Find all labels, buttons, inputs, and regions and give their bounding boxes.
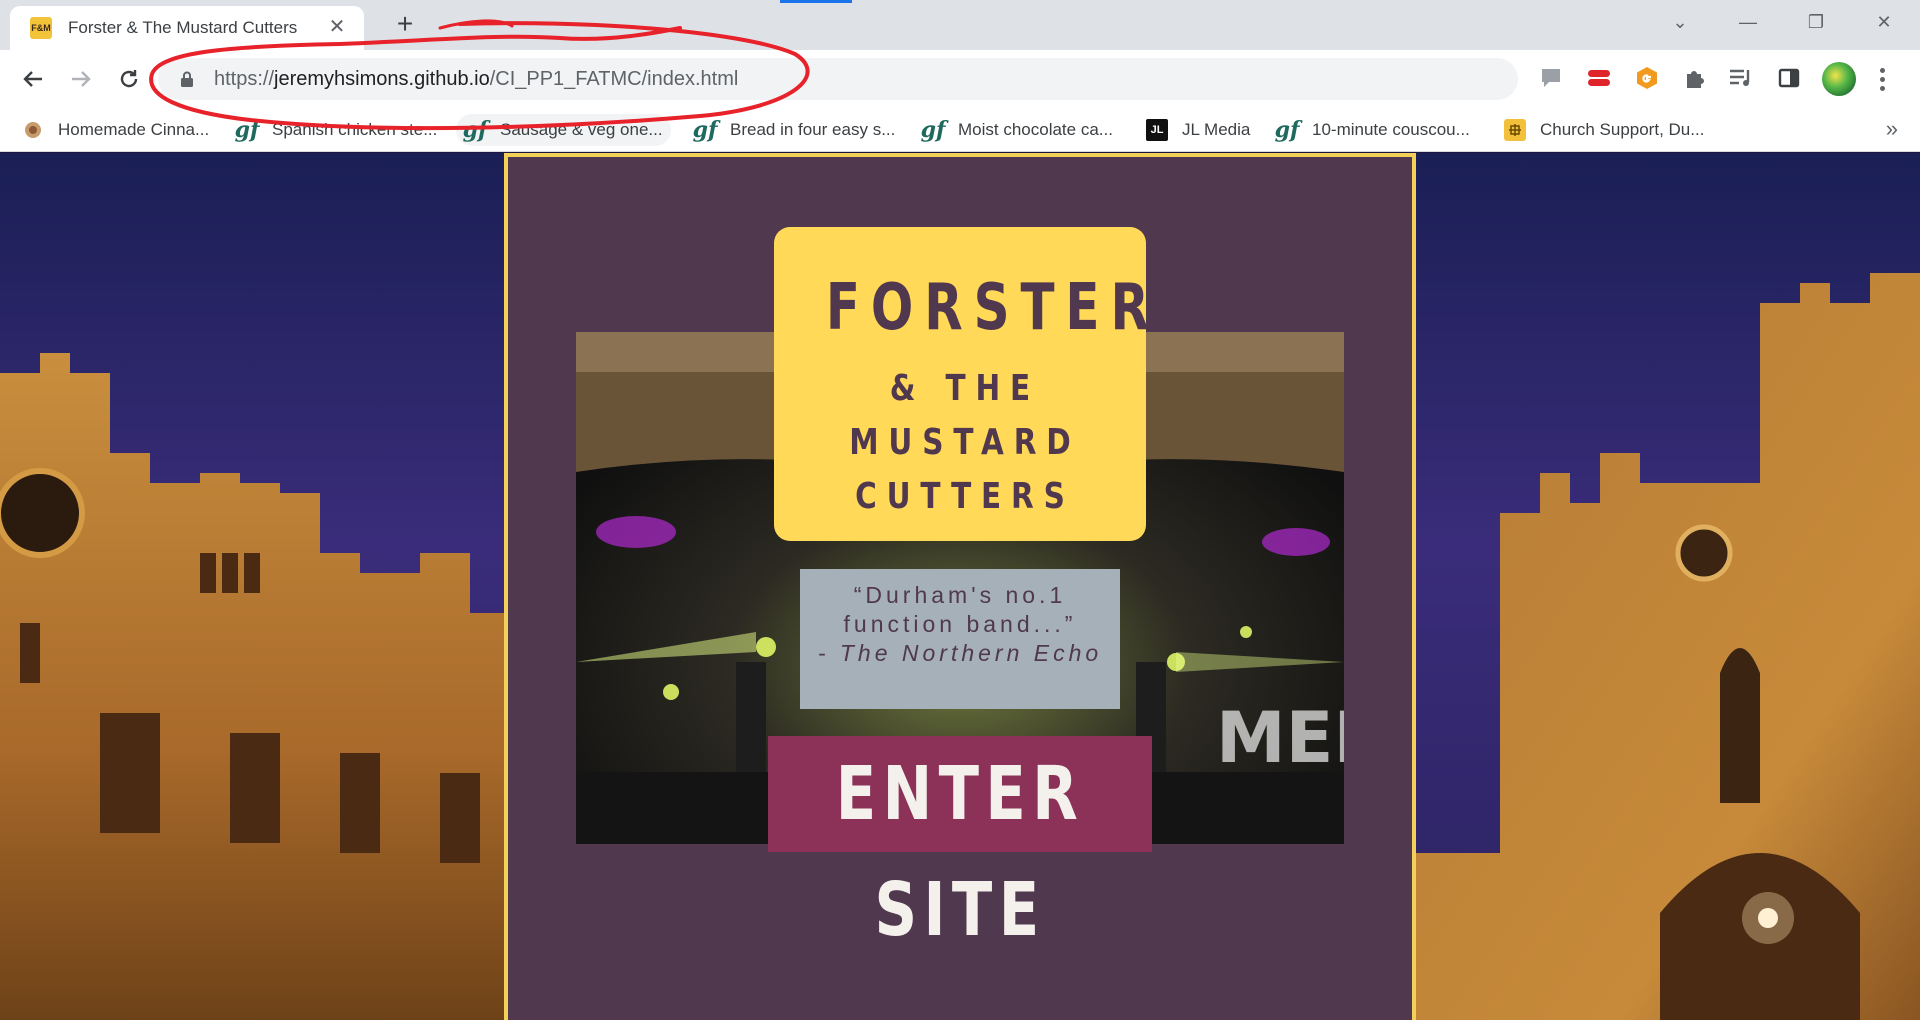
tab-close-icon[interactable]: ✕ [326,16,348,38]
side-panel-icon[interactable] [1774,63,1804,93]
tab-strip: F&M Forster & The Mustard Cutters ✕ + ⌄ … [0,0,1920,50]
bookmark-item[interactable]: Homemade Cinna... [14,114,217,146]
active-tab[interactable]: F&M Forster & The Mustard Cutters ✕ [10,6,364,50]
bookmark-label: Homemade Cinna... [58,120,210,139]
bookmarks-overflow-button[interactable]: » [1886,116,1898,142]
restore-button[interactable]: ❐ [1798,8,1834,36]
gf-icon: gf [234,117,260,143]
gf-icon: gf [692,117,718,143]
press-quote: “Durham's no.1 function band...” - The N… [800,569,1120,709]
bookmark-label: Sausage & veg one... [500,120,663,139]
minimize-button[interactable]: — [1730,8,1766,36]
bookmarks-bar: Homemade Cinna... gf Spanish chicken ste… [0,108,1920,152]
tab-strip-accent [780,0,852,3]
url-path: /CI_PP1_FATMC/index.html [489,68,739,90]
back-arrow-icon [23,71,42,87]
tab-title: Forster & The Mustard Cutters [68,18,298,37]
gf-icon: gf [462,117,488,143]
browser-toolbar: https://jeremyhsimons.github.io/CI_PP1_F… [0,50,1920,108]
church-icon [1504,119,1526,141]
site-favicon-icon: F&M [30,17,52,39]
recipe-photo-icon [22,119,44,141]
media-queue-icon[interactable] [1726,63,1756,93]
url-text[interactable]: https://jeremyhsimons.github.io/CI_PP1_F… [214,68,738,91]
reload-button[interactable] [112,62,146,96]
bookmark-label: JL Media [1182,120,1251,139]
bookmark-label: Spanish chicken ste... [272,120,438,139]
profile-avatar[interactable] [1822,62,1856,96]
quote-attribution: - The Northern Echo [817,640,1103,666]
bookmark-label: 10-minute couscou... [1312,120,1470,139]
bookmark-item[interactable]: gf Spanish chicken ste... [228,114,445,146]
logo-subtitle-line: & THE MUSTARD CUTTERS [849,368,1081,517]
browser-menu-icon[interactable] [1870,62,1894,96]
reload-icon [120,70,138,88]
url-host: jeremyhsimons.github.io [274,68,490,90]
svg-text:MEN: MEN [1216,697,1344,779]
gf-icon: gf [920,117,946,143]
jl-icon: JL [1146,119,1168,141]
band-logo[interactable]: FORSTER & THE MUSTARD CUTTERS [774,227,1160,541]
speech-bubble-icon[interactable] [1536,63,1566,93]
address-bar[interactable]: https://jeremyhsimons.github.io/CI_PP1_F… [158,58,1518,100]
gf-icon: gf [1274,117,1300,143]
bookmark-item[interactable]: JL JL Media [1138,114,1258,146]
quote-text: “Durham's no.1 function band...” [843,582,1077,637]
back-button[interactable] [16,62,50,96]
bookmark-item[interactable]: gf Sausage & veg one... [456,114,671,146]
bookmark-label: Bread in four easy s... [730,120,896,139]
bookmark-item[interactable]: Church Support, Du... [1496,114,1712,146]
bookmark-label: Moist chocolate ca... [958,120,1113,139]
bookmark-item[interactable]: gf Bread in four easy s... [686,114,903,146]
enter-site-button[interactable]: ENTER SITE [768,736,1152,953]
url-scheme: https:// [214,68,275,90]
lock-icon[interactable] [180,70,194,88]
new-tab-button[interactable]: + [390,10,420,40]
g-extension-icon[interactable] [1632,63,1662,93]
forward-arrow-icon [72,71,91,87]
tab-search-chevron-icon[interactable]: ⌄ [1662,8,1698,36]
bookmark-label: Church Support, Du... [1540,120,1705,139]
bookmark-item[interactable]: gf 10-minute couscou... [1268,114,1478,146]
puzzle-icon[interactable] [1680,63,1710,93]
enter-site-label: ENTER SITE [835,751,1085,953]
logo-name-line: FORSTER [825,271,1160,345]
bookmark-item[interactable]: gf Moist chocolate ca... [914,114,1121,146]
web-page: MEN FORSTER & THE MUSTARD CUTTERS “Durha… [0,153,1920,1020]
forward-button[interactable] [64,62,98,96]
close-window-button[interactable]: ✕ [1866,8,1902,36]
lastpass-like-icon[interactable] [1584,63,1614,93]
